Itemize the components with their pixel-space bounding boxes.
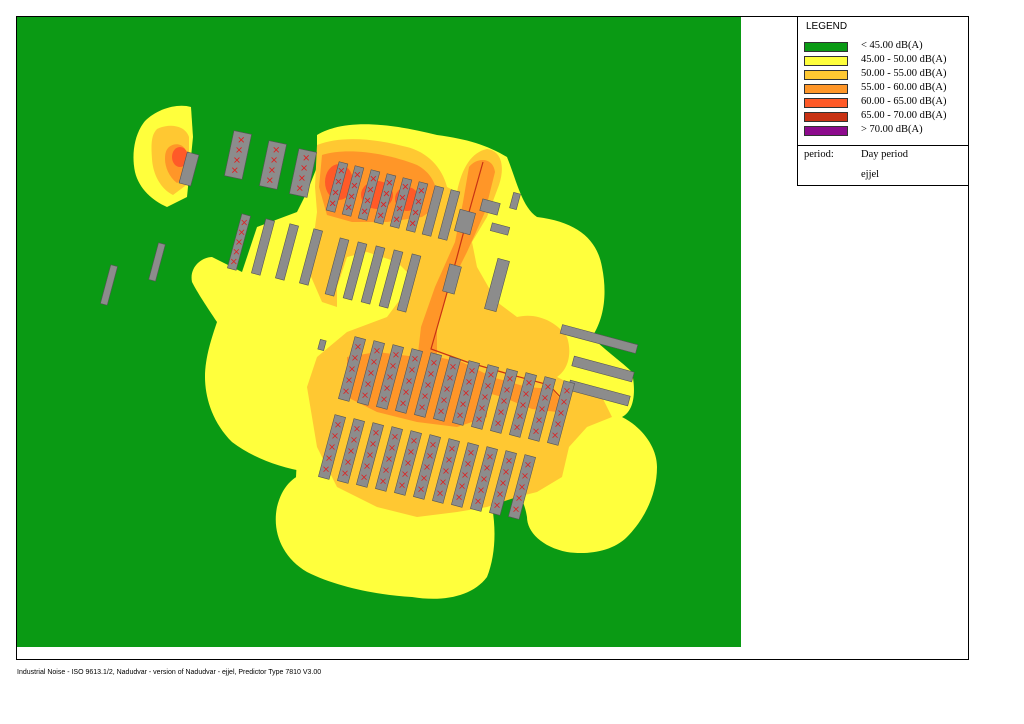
legend-swatch — [804, 56, 848, 66]
legend-swatch — [804, 84, 848, 94]
period-label: period: — [804, 149, 834, 160]
legend-label: > 70.00 dB(A) — [861, 124, 923, 135]
legend-label: 50.00 - 55.00 dB(A) — [861, 68, 947, 79]
legend-panel: LEGEND < 45.00 dB(A) 45.00 - 50.00 dB(A) 5… — [797, 16, 969, 186]
legend-label: 65.00 - 70.00 dB(A) — [861, 110, 947, 121]
legend-title: LEGEND — [806, 21, 848, 32]
legend-swatch — [804, 112, 848, 122]
legend-swatch — [804, 42, 848, 52]
period-sub: ejjel — [861, 169, 880, 180]
noise-contour-map — [17, 17, 741, 647]
legend-swatch — [804, 98, 848, 108]
legend-label: < 45.00 dB(A) — [861, 40, 923, 51]
legend-swatch — [804, 126, 848, 136]
legend-label: 55.00 - 60.00 dB(A) — [861, 82, 947, 93]
footer-caption: Industrial Noise - ISO 9613.1/2, Nadudva… — [17, 669, 322, 676]
legend-divider — [798, 145, 968, 146]
legend-label: 45.00 - 50.00 dB(A) — [861, 54, 947, 65]
period-value: Day period — [861, 149, 908, 160]
legend-swatch — [804, 70, 848, 80]
legend-label: 60.00 - 65.00 dB(A) — [861, 96, 947, 107]
